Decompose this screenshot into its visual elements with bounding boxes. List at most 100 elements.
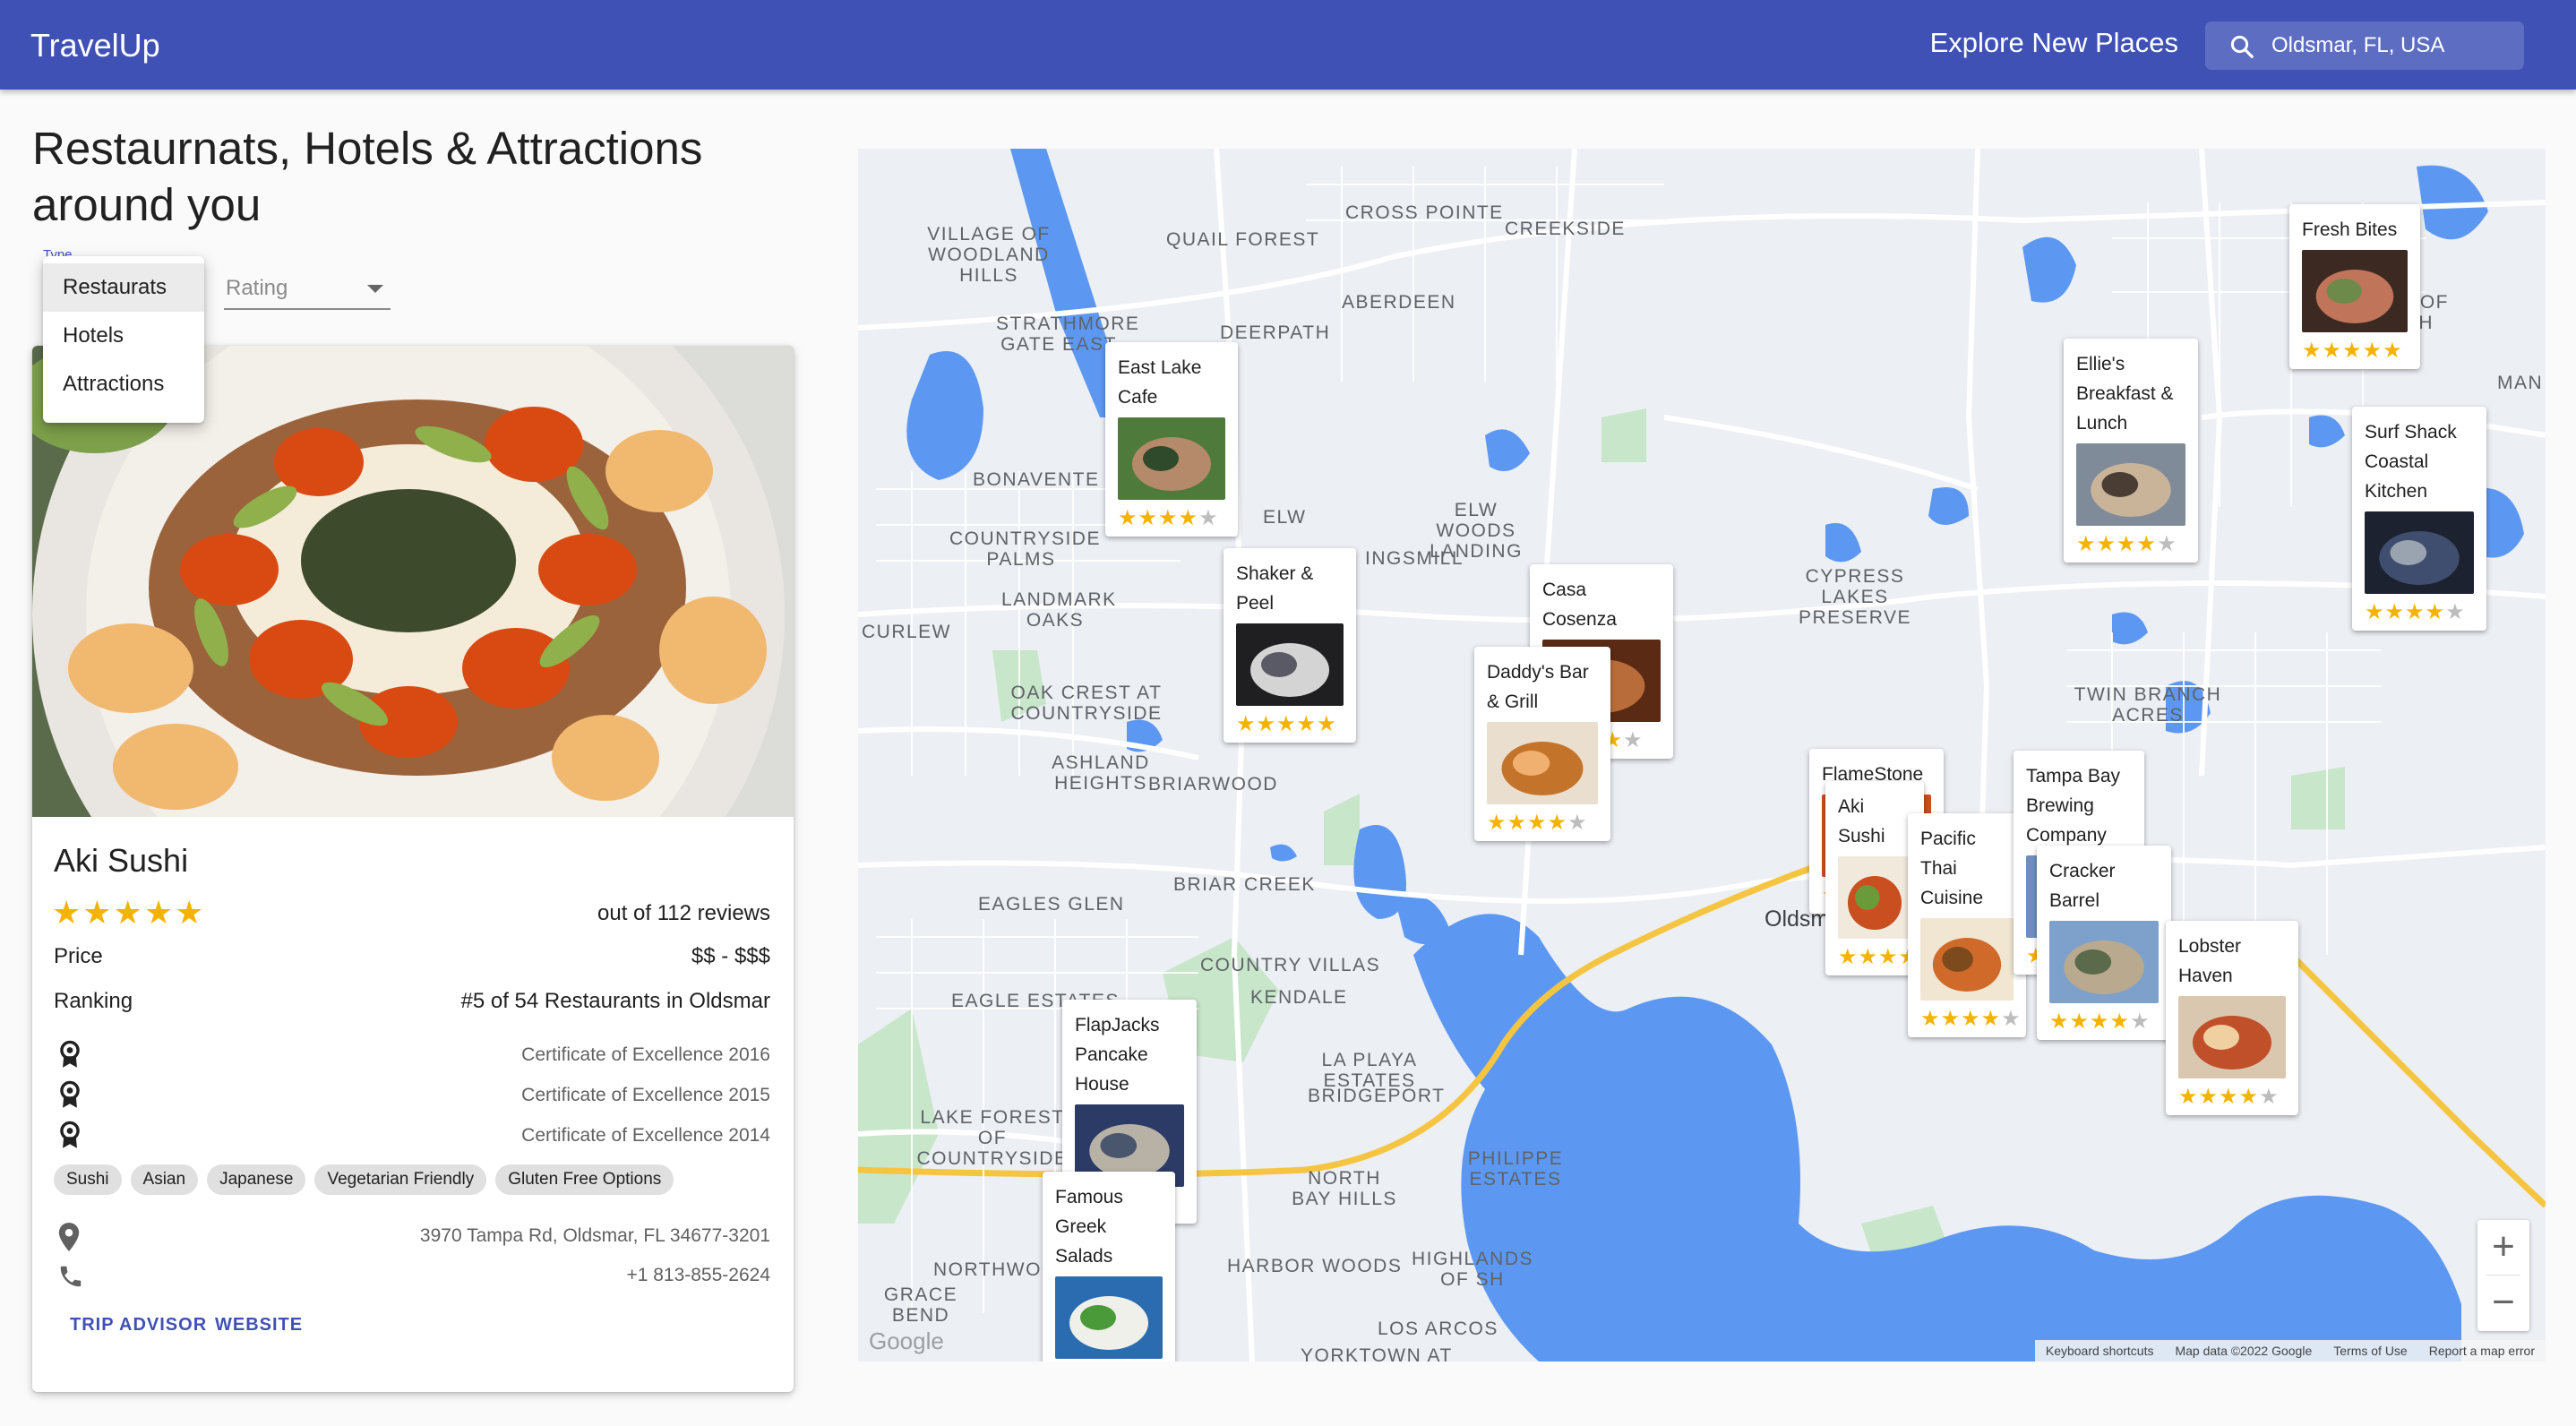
map-label: Grace Bend xyxy=(883,1284,958,1326)
type-option-restaurants[interactable]: Restaurats xyxy=(43,263,204,312)
map-label: Quail Forest xyxy=(1166,229,1320,250)
place-marker[interactable]: Daddy's Bar & Grill ★★★★★ xyxy=(1474,647,1610,841)
place-marker-rating: ★★★★★ xyxy=(1118,506,1219,530)
map-label: Oak Crest at Countryside xyxy=(1010,683,1163,724)
address-row: 3970 Tampa Rd, Oldsmar, FL 34677-3201 xyxy=(54,1222,770,1252)
place-marker-photo xyxy=(1055,1276,1163,1359)
place-marker-photo xyxy=(1487,722,1598,804)
place-marker-rating: ★★★★★ xyxy=(1838,945,1939,969)
cuisine-chip[interactable]: Sushi xyxy=(54,1164,122,1195)
place-marker-name: East Lake Cafe xyxy=(1118,357,1202,408)
place-marker[interactable]: Shaker & Peel ★★★★★ xyxy=(1224,548,1356,743)
map-label: Aberdeen xyxy=(1342,292,1456,313)
map-label: Cross Pointe xyxy=(1345,202,1504,223)
search-input[interactable] xyxy=(2271,21,2513,70)
place-marker[interactable]: Surf Shack Coastal Kitchen ★★★★★ xyxy=(2352,407,2486,631)
address-text: 3970 Tampa Rd, Oldsmar, FL 34677-3201 xyxy=(419,1225,770,1246)
map[interactable]: Cross Pointe Creekside Quail Forest Vill… xyxy=(858,149,2546,1362)
rating-filter-select[interactable]: Rating xyxy=(224,269,391,310)
zoom-out-button[interactable]: − xyxy=(2477,1276,2529,1331)
place-marker-photo xyxy=(1838,856,1911,939)
place-marker-rating: ★★★★★ xyxy=(2076,532,2177,556)
cuisine-chip[interactable]: Gluten Free Options xyxy=(495,1164,674,1195)
phone-icon xyxy=(60,1266,82,1287)
map-label: Man xyxy=(2497,373,2544,393)
map-label: Twin Branch Acres xyxy=(2074,684,2222,726)
ranking-label: Ranking xyxy=(54,989,133,1013)
award-icon xyxy=(60,1040,80,1068)
place-marker[interactable]: Lobster Haven ★★★★★ xyxy=(2166,921,2298,1115)
place-marker[interactable]: Ellie's Breakfast & Lunch ★★★★★ xyxy=(2064,339,2198,563)
place-marker[interactable]: Pacific Thai Cuisine ★★★★★ xyxy=(1908,813,2026,1037)
report-error-link[interactable]: Report a map error xyxy=(2418,1340,2546,1362)
map-label: Strathmore Gate East xyxy=(996,314,1140,355)
place-marker-name: Daddy's Bar & Grill xyxy=(1487,662,1589,712)
location-search[interactable] xyxy=(2205,21,2524,70)
keyboard-shortcuts-link[interactable]: Keyboard shortcuts xyxy=(2035,1340,2165,1362)
place-marker-photo xyxy=(1920,918,2014,1001)
place-marker-name: Casa Cosenza xyxy=(1542,580,1617,630)
place-name: Aki Sushi xyxy=(54,842,189,879)
cuisine-chip[interactable]: Vegetarian Friendly xyxy=(314,1164,487,1195)
place-marker[interactable]: East Lake Cafe ★★★★★ xyxy=(1105,342,1238,537)
terms-link[interactable]: Terms of Use xyxy=(2323,1340,2417,1362)
map-label: Los Arcos xyxy=(1378,1319,1498,1339)
map-label: Harbor Woods xyxy=(1227,1256,1403,1276)
map-label: Briar Creek xyxy=(1173,874,1316,895)
price-value: $$ - $$$ xyxy=(691,944,770,968)
review-count: out of 112 reviews xyxy=(597,901,770,925)
place-marker[interactable]: Famous Greek Salads★★★★★ xyxy=(1043,1172,1175,1362)
type-option-hotels[interactable]: Hotels xyxy=(43,312,204,360)
award-row: Certificate of Excellence 2016 xyxy=(54,1039,770,1070)
place-marker-rating: ★★★★★ xyxy=(1236,712,1337,736)
place-marker-photo xyxy=(2365,511,2474,594)
location-pin-icon xyxy=(58,1223,80,1251)
phone-text: +1 813-855-2624 xyxy=(626,1265,770,1285)
place-marker-rating: ★★★★★ xyxy=(2365,600,2466,624)
price-label: Price xyxy=(54,944,103,968)
website-link[interactable]: WEBSITE xyxy=(215,1315,303,1336)
map-data-text: Map data ©2022 Google xyxy=(2175,1344,2313,1358)
map-label: Highlands of SH xyxy=(1411,1249,1534,1290)
award-text: Certificate of Excellence 2016 xyxy=(521,1044,770,1065)
type-option-attractions[interactable]: Attractions xyxy=(43,360,204,408)
type-dropdown-menu: Restaurats Hotels Attractions xyxy=(43,256,204,423)
cuisine-chip[interactable]: Japanese xyxy=(207,1164,306,1195)
place-marker-name: Tampa Bay Brewing Company xyxy=(2026,766,2121,846)
search-icon xyxy=(2230,35,2254,58)
place-marker-name: Pacific Thai Cuisine xyxy=(1920,829,1984,908)
zoom-in-button[interactable]: + xyxy=(2477,1220,2529,1276)
map-label: Lake Forest of Countryside xyxy=(916,1107,1069,1169)
place-marker-name: Aki Sushi xyxy=(1838,796,1885,846)
place-marker[interactable]: Cracker Barrel ★★★★★ xyxy=(2037,846,2171,1040)
price-row: Price $$ - $$$ xyxy=(54,944,770,969)
cuisine-chip[interactable]: Asian xyxy=(130,1164,199,1195)
trip-advisor-link[interactable]: TRIP ADVISOR xyxy=(70,1315,207,1336)
map-label: North Bay Hills xyxy=(1292,1168,1397,1209)
ranking-value: #5 of 54 Restaurants in Oldsmar xyxy=(460,989,770,1013)
place-marker-name: Cracker Barrel xyxy=(2049,861,2116,911)
map-label: Kendale xyxy=(1250,987,1348,1008)
map-label: Country Villas xyxy=(1200,955,1381,975)
place-marker[interactable]: Fresh Bites ★★★★★ xyxy=(2289,204,2420,369)
map-label: Eagles Glen xyxy=(978,894,1125,915)
map-label: Yorktown At xyxy=(1301,1345,1453,1362)
app-bar: TravelUp Explore New Places xyxy=(0,0,2576,90)
map-label: Deerpath xyxy=(1220,322,1331,343)
place-rating-stars: ★★★★★ xyxy=(52,894,206,931)
place-marker-photo xyxy=(1236,623,1344,706)
award-icon xyxy=(60,1080,80,1108)
map-label: Cypress Lakes Preserve xyxy=(1799,566,1911,628)
award-text: Certificate of Excellence 2015 xyxy=(521,1085,770,1105)
place-marker-rating: ★★★★★ xyxy=(2049,1009,2151,1034)
place-marker-rating: ★★★★★ xyxy=(1920,1007,2022,1031)
brand-logo[interactable]: TravelUp xyxy=(30,27,160,64)
map-label: Bonavente xyxy=(973,469,1100,490)
cuisine-chips: Sushi Asian Japanese Vegetarian Friendly… xyxy=(54,1164,674,1195)
place-marker-name: Ellie's Breakfast & Lunch xyxy=(2076,354,2174,434)
place-marker-photo xyxy=(2302,250,2408,332)
place-marker-name: Lobster Haven xyxy=(2178,936,2242,986)
dropdown-arrow-icon xyxy=(367,285,383,293)
place-marker-photo xyxy=(2178,996,2286,1078)
award-icon xyxy=(60,1121,80,1148)
